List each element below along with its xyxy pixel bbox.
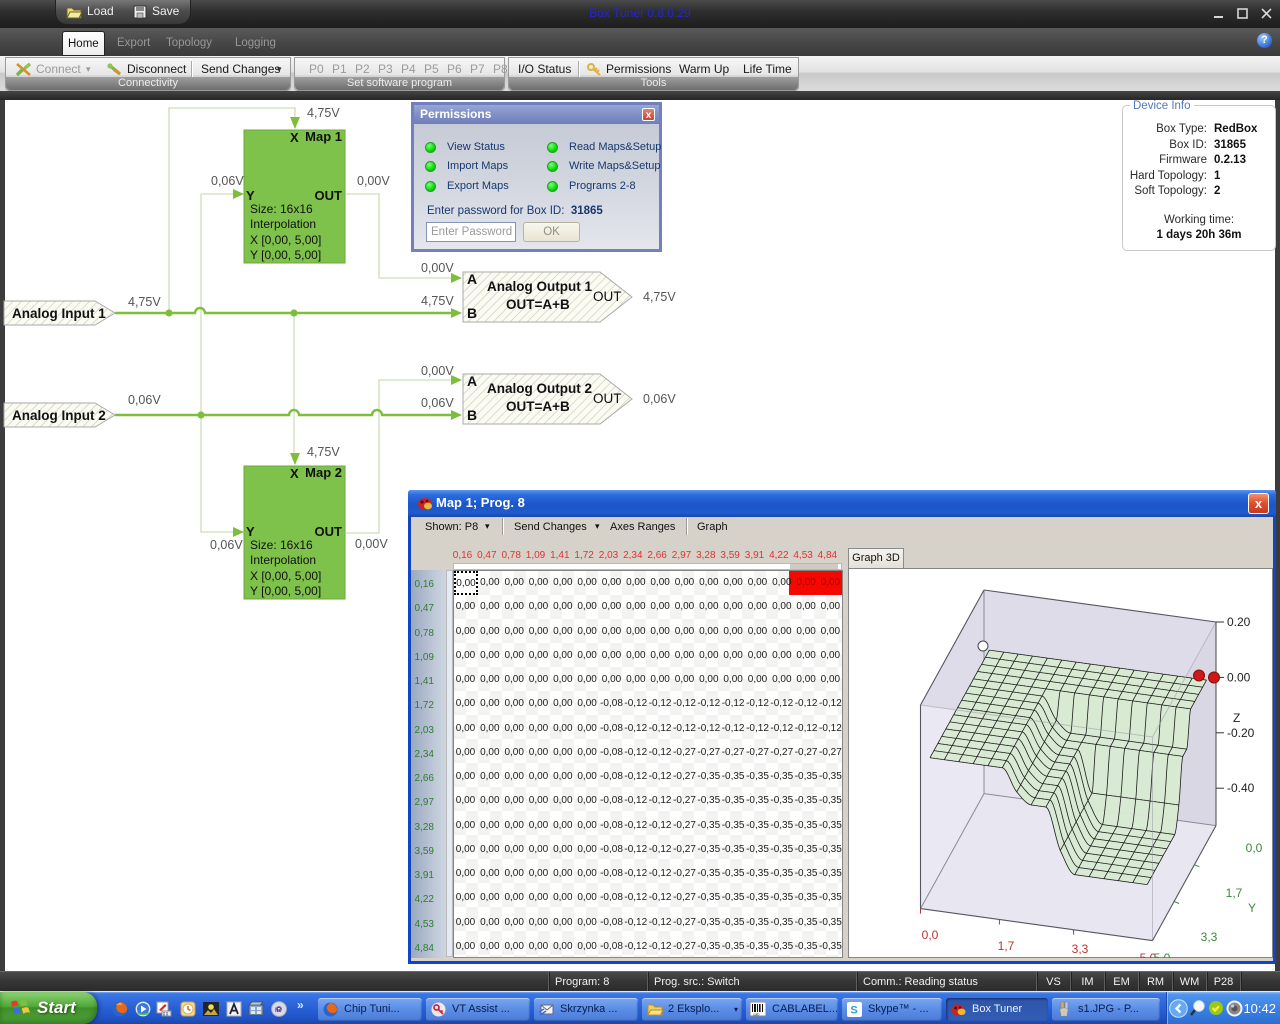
svg-text:Interpolation: Interpolation: [250, 217, 316, 231]
svg-text:3,3: 3,3: [1072, 942, 1089, 956]
svg-text:B: B: [467, 305, 477, 321]
svg-text:4,75V: 4,75V: [643, 290, 676, 304]
svg-text:Interpolation: Interpolation: [250, 553, 316, 567]
svg-text:X [0,00, 5,00]: X [0,00, 5,00]: [250, 569, 321, 583]
svg-text:Y: Y: [246, 524, 255, 539]
svg-text:Map 2: Map 2: [305, 465, 342, 480]
svg-text:Z: Z: [1233, 711, 1240, 725]
svg-text:OUT: OUT: [315, 188, 343, 203]
svg-text:1,7: 1,7: [998, 939, 1015, 953]
svg-text:Size: 16x16: Size: 16x16: [250, 538, 313, 552]
svg-text:1,7: 1,7: [1226, 886, 1243, 900]
svg-text:3,3: 3,3: [1201, 930, 1218, 944]
svg-text:0,06V: 0,06V: [643, 392, 676, 406]
svg-text:Y: Y: [1248, 901, 1256, 915]
svg-text:OUT: OUT: [315, 524, 343, 539]
svg-text:Analog Input 2: Analog Input 2: [12, 408, 106, 423]
svg-text:X [0,00, 5,00]: X [0,00, 5,00]: [250, 233, 321, 247]
svg-text:4,75V: 4,75V: [128, 295, 161, 309]
svg-text:-0.40: -0.40: [1227, 781, 1255, 795]
svg-text:0.00: 0.00: [1227, 670, 1251, 684]
svg-text:0,0: 0,0: [922, 928, 939, 942]
svg-text:Analog Output 2: Analog Output 2: [487, 381, 592, 396]
svg-text:Y: Y: [246, 188, 255, 203]
svg-text:-0.20: -0.20: [1227, 726, 1255, 740]
svg-text:0,00V: 0,00V: [355, 537, 388, 551]
svg-text:0,0: 0,0: [1246, 841, 1263, 855]
svg-text:0,00V: 0,00V: [421, 364, 454, 378]
svg-text:B: B: [467, 407, 477, 423]
svg-text:OUT: OUT: [593, 289, 622, 304]
svg-text:A: A: [467, 373, 477, 389]
svg-text:4,75V: 4,75V: [421, 294, 454, 308]
svg-text:OUT: OUT: [593, 391, 622, 406]
svg-text:Analog Output 1: Analog Output 1: [487, 279, 592, 294]
svg-text:OUT=A+B: OUT=A+B: [506, 297, 570, 312]
svg-text:5,0: 5,0: [1154, 951, 1171, 958]
svg-text:Y [0,00, 5,00]: Y [0,00, 5,00]: [250, 248, 321, 262]
svg-text:0,06V: 0,06V: [421, 396, 454, 410]
svg-text:4,75V: 4,75V: [307, 445, 340, 459]
svg-text:Map 1: Map 1: [305, 129, 342, 144]
svg-text:cab: cab: [753, 1011, 760, 1016]
svg-text:A: A: [467, 271, 477, 287]
svg-text:0,06V: 0,06V: [128, 393, 161, 407]
svg-text:0,00V: 0,00V: [421, 261, 454, 275]
svg-text:0.20: 0.20: [1227, 615, 1251, 629]
svg-text:4,75V: 4,75V: [307, 106, 340, 120]
svg-text:X: X: [290, 466, 299, 481]
svg-text:Y [0,00, 5,00]: Y [0,00, 5,00]: [250, 584, 321, 598]
svg-text:IR: IR: [275, 1008, 282, 1014]
svg-text:S: S: [850, 1005, 857, 1017]
svg-text:Analog Input 1: Analog Input 1: [12, 306, 106, 321]
svg-text:OUT=A+B: OUT=A+B: [506, 399, 570, 414]
svg-text:0,06V: 0,06V: [210, 538, 243, 552]
svg-text:0,06V: 0,06V: [211, 174, 244, 188]
svg-text:X: X: [290, 130, 299, 145]
svg-text:0,00V: 0,00V: [357, 174, 390, 188]
svg-text:Size: 16x16: Size: 16x16: [250, 202, 313, 216]
